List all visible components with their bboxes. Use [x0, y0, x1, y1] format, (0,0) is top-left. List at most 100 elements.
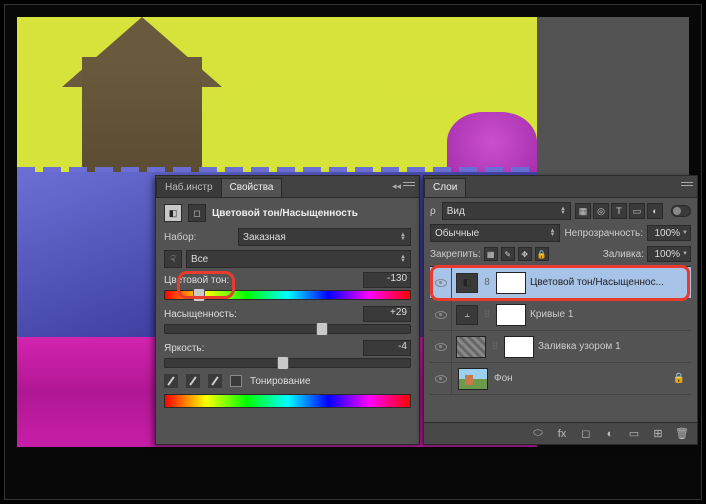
saturation-label: Насыщенность: [164, 309, 237, 320]
layer-name[interactable]: Заливка узором 1 [538, 341, 687, 352]
channel-row: ☟ Все ▲▼ [164, 250, 411, 268]
delete-layer-icon[interactable]: 🗑 [673, 426, 691, 442]
fill-label: Заливка: [603, 249, 644, 260]
filter-kind-dropdown[interactable]: Вид ▲▼ [442, 202, 571, 220]
properties-panel: Наб.инстр Свойства ◂◂ ◧ ◻ Цветовой тон/Н… [155, 175, 420, 445]
layer-list: ◧ 8 Цветовой тон/Насыщеннос... ⫠ 8 Кривы… [430, 266, 691, 395]
filter-kind-value: Вид [447, 206, 465, 217]
hue-slider-row: Цветовой тон: -130 [164, 272, 411, 300]
preset-label: Набор: [164, 232, 234, 243]
layer-mask-thumb[interactable] [496, 304, 526, 326]
layers-panel: Слои ρ Вид ▲▼ ▦ ◎ T ▭ ◐ [423, 175, 698, 445]
channel-dropdown[interactable]: Все ▲▼ [186, 250, 411, 268]
filter-shape-icon[interactable]: ▭ [629, 203, 645, 219]
eyedropper-add-icon[interactable] [186, 374, 200, 388]
tab-layers[interactable]: Слои [424, 178, 466, 197]
blend-mode-dropdown[interactable]: Обычные ▲▼ [430, 224, 560, 242]
filter-adjustment-icon[interactable]: ◎ [593, 203, 609, 219]
visibility-eye-icon[interactable] [435, 311, 447, 319]
filter-smart-icon[interactable]: ◐ [647, 203, 663, 219]
filter-type-icon[interactable]: T [611, 203, 627, 219]
panel-menu-icon[interactable] [681, 180, 693, 190]
blend-mode-value: Обычные [435, 228, 479, 239]
hue-slider-thumb[interactable] [193, 288, 205, 302]
layer-effects-icon[interactable]: fx [553, 426, 571, 442]
targeted-adjust-icon[interactable]: ☟ [164, 250, 182, 268]
hue-spectrum-strip [164, 394, 411, 408]
filter-pixel-icon[interactable]: ▦ [575, 203, 591, 219]
add-mask-icon[interactable]: ◻ [577, 426, 595, 442]
visibility-eye-icon[interactable] [435, 375, 447, 383]
hue-label: Цветовой тон: [164, 275, 229, 286]
eyedropper-row: Тонирование [164, 374, 411, 388]
link-layers-icon[interactable]: ⬭ [529, 426, 547, 442]
layers-body: ρ Вид ▲▼ ▦ ◎ T ▭ ◐ Обычные ▲▼ [424, 198, 697, 399]
layers-footer: ⬭ fx ◻ ◐ ▭ ⊞ 🗑 [424, 422, 697, 444]
collapse-icon[interactable]: ◂◂ [392, 181, 401, 192]
fill-input[interactable]: 100%▼ [647, 246, 691, 262]
layers-tabbar: Слои [424, 176, 697, 198]
lock-icon: 🔒 [673, 373, 685, 384]
lock-all-icon[interactable]: 🔒 [535, 247, 549, 261]
properties-tabbar: Наб.инстр Свойства ◂◂ [156, 176, 419, 198]
lock-label: Закрепить: [430, 249, 481, 260]
saturation-input[interactable]: +29 [363, 306, 411, 322]
preset-value: Заказная [243, 232, 286, 243]
adjustment-icon[interactable]: ◧ [164, 204, 182, 222]
new-group-icon[interactable]: ▭ [625, 426, 643, 442]
mask-icon[interactable]: ◻ [188, 204, 206, 222]
filter-type-icons: ▦ ◎ T ▭ ◐ [575, 203, 663, 219]
preset-dropdown[interactable]: Заказная ▲▼ [238, 228, 411, 246]
hue-input[interactable]: -130 [363, 272, 411, 288]
eyedropper-icon[interactable] [164, 374, 178, 388]
dropdown-arrows-icon: ▲▼ [549, 229, 555, 237]
filter-toggle[interactable] [671, 205, 691, 217]
layer-name[interactable]: Цветовой тон/Насыщеннос... [530, 277, 687, 288]
layer-item-curves[interactable]: ⫠ 8 Кривые 1 [430, 299, 691, 331]
layer-item-hsl[interactable]: ◧ 8 Цветовой тон/Насыщеннос... [430, 267, 691, 299]
link-icon: 8 [482, 277, 492, 288]
curves-adjustment-icon: ⫠ [456, 305, 478, 325]
lock-pixels-icon[interactable]: ✎ [501, 247, 515, 261]
channel-value: Все [191, 254, 208, 265]
link-icon: 8 [490, 341, 500, 352]
layers-blend-row: Обычные ▲▼ Непрозрачность: 100%▼ [430, 224, 691, 242]
new-layer-icon[interactable]: ⊞ [649, 426, 667, 442]
panel-menu-icon[interactable] [403, 180, 415, 190]
adjustment-title: Цветовой тон/Насыщенность [212, 208, 358, 219]
colorize-label: Тонирование [250, 376, 311, 387]
lock-position-icon[interactable]: ✥ [518, 247, 532, 261]
dropdown-arrows-icon: ▲▼ [400, 255, 406, 263]
new-adjustment-icon[interactable]: ◐ [601, 426, 619, 442]
layer-name[interactable]: Фон [494, 373, 673, 384]
saturation-slider-track[interactable] [164, 324, 411, 334]
hsl-adjustment-icon: ◧ [456, 273, 478, 293]
tab-properties[interactable]: Свойства [221, 178, 283, 197]
eyedropper-subtract-icon[interactable] [208, 374, 222, 388]
lightness-slider-thumb[interactable] [277, 356, 289, 370]
app-frame: Наб.инстр Свойства ◂◂ ◧ ◻ Цветовой тон/Н… [4, 4, 702, 500]
visibility-eye-icon[interactable] [435, 343, 447, 351]
opacity-input[interactable]: 100%▼ [647, 225, 691, 241]
lightness-slider-row: Яркость: -4 [164, 340, 411, 368]
lock-transparent-icon[interactable]: ▦ [484, 247, 498, 261]
image-thumb [458, 368, 488, 390]
pattern-fill-thumb [456, 336, 486, 358]
properties-body: ◧ ◻ Цветовой тон/Насыщенность Набор: Зак… [156, 198, 419, 414]
tab-tool-presets[interactable]: Наб.инстр [156, 178, 222, 197]
layer-item-background[interactable]: Фон 🔒 [430, 363, 691, 395]
properties-header: ◧ ◻ Цветовой тон/Насыщенность [164, 204, 411, 222]
layer-mask-thumb[interactable] [496, 272, 526, 294]
saturation-slider-thumb[interactable] [316, 322, 328, 336]
visibility-eye-icon[interactable] [435, 279, 447, 287]
hue-slider-track[interactable] [164, 290, 411, 300]
opacity-label: Непрозрачность: [564, 228, 643, 239]
layer-mask-thumb[interactable] [504, 336, 534, 358]
colorize-checkbox[interactable] [230, 375, 242, 387]
layer-item-pattern-fill[interactable]: 8 Заливка узором 1 [430, 331, 691, 363]
lightness-slider-track[interactable] [164, 358, 411, 368]
layer-name[interactable]: Кривые 1 [530, 309, 687, 320]
layers-filter-row: ρ Вид ▲▼ ▦ ◎ T ▭ ◐ [430, 202, 691, 220]
preset-row: Набор: Заказная ▲▼ [164, 228, 411, 246]
lightness-input[interactable]: -4 [363, 340, 411, 356]
